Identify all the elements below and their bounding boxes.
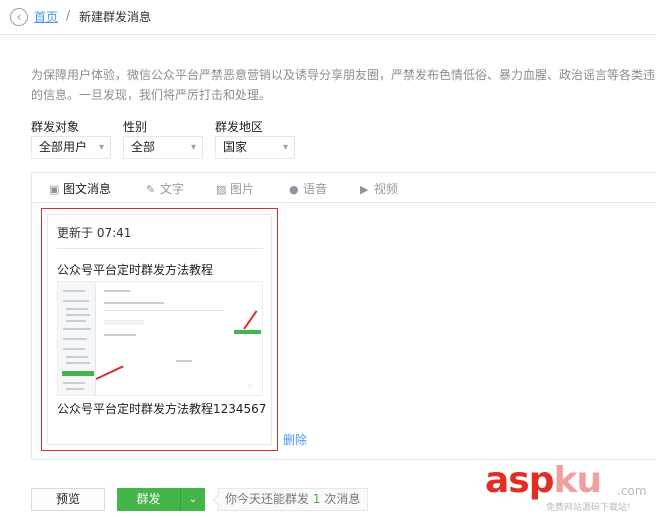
audience-label: 群发对象 bbox=[31, 120, 80, 134]
send-button[interactable]: 群发 ⌄ bbox=[117, 488, 205, 511]
article-card-body: 更新于 07:41 公众号平台定时群发方法教程 ○ 公众号平台定时群发方法教程1… bbox=[47, 214, 272, 445]
tab-video[interactable]: ▶ 视频 bbox=[360, 180, 398, 197]
video-icon: ▶ bbox=[360, 183, 369, 196]
delete-link[interactable]: 删除 bbox=[283, 431, 307, 448]
tab-image-text-label: 图文消息 bbox=[63, 182, 112, 196]
tab-text-label: 文字 bbox=[160, 182, 185, 196]
page-title: 新建群发消息 bbox=[79, 10, 152, 24]
article-updated-time: 更新于 07:41 bbox=[57, 226, 132, 240]
preview-button[interactable]: 预览 bbox=[31, 488, 105, 511]
breadcrumb-separator: / bbox=[66, 8, 71, 22]
back-arrow-icon[interactable]: ‹ bbox=[10, 8, 28, 26]
watermark-domain: .com bbox=[617, 484, 647, 498]
image-text-icon: ▣ bbox=[49, 183, 60, 196]
message-type-tabs: ▣ 图文消息 ✎ 文字 ▨ 图片 ● 语音 ▶ 视频 bbox=[32, 173, 656, 203]
breadcrumb-home-link[interactable]: 首页 bbox=[34, 8, 58, 25]
gender-label: 性别 bbox=[123, 120, 148, 134]
chevron-down-icon: ▾ bbox=[282, 142, 288, 153]
breadcrumb: ‹ 首页 / 新建群发消息 bbox=[0, 0, 656, 35]
audience-select[interactable]: 全部用户 ▾ bbox=[31, 136, 111, 159]
quota-count: 1 bbox=[312, 492, 321, 506]
tab-image-text[interactable]: ▣ 图文消息 bbox=[49, 180, 111, 197]
picture-icon: ▨ bbox=[216, 183, 227, 196]
thumb-watermark: ○ bbox=[247, 383, 252, 389]
article-description: 公众号平台定时群发方法教程1234567 bbox=[57, 402, 267, 416]
divider bbox=[57, 248, 263, 249]
tab-voice-label: 语音 bbox=[303, 182, 328, 196]
send-quota-tip: 你今天还能群发 1 次消息 bbox=[218, 488, 369, 511]
audience-select-value: 全部用户 bbox=[39, 140, 88, 154]
article-title: 公众号平台定时群发方法教程 bbox=[57, 263, 214, 277]
chevron-down-icon[interactable]: ⌄ bbox=[180, 488, 205, 511]
tab-voice[interactable]: ● 语音 bbox=[289, 180, 327, 197]
policy-notice: 为保障用户体验，微信公众平台严禁恶意营销以及诱导分享朋友圈，严禁发布色情低俗、暴… bbox=[31, 65, 656, 105]
watermark-text: aspku bbox=[485, 460, 602, 501]
send-button-label: 群发 bbox=[136, 492, 161, 506]
watermark-slogan: 免费网站源码下载站! bbox=[546, 503, 631, 513]
tab-image[interactable]: ▨ 图片 bbox=[216, 180, 254, 197]
pencil-icon: ✎ bbox=[146, 183, 156, 196]
gender-select-value: 全部 bbox=[131, 140, 156, 154]
tab-text[interactable]: ✎ 文字 bbox=[146, 180, 184, 197]
region-select[interactable]: 国家 ▾ bbox=[215, 136, 295, 159]
tab-video-label: 视频 bbox=[374, 182, 399, 196]
gender-select[interactable]: 全部 ▾ bbox=[123, 136, 203, 159]
region-select-value: 国家 bbox=[223, 140, 248, 154]
policy-notice-line-2: 的信息。一旦发现，我们将严厉打击和处理。 bbox=[31, 88, 272, 102]
tab-image-label: 图片 bbox=[230, 182, 255, 196]
chevron-down-icon: ▾ bbox=[98, 142, 104, 153]
article-cover-image: ○ bbox=[57, 281, 263, 396]
chevron-down-icon: ▾ bbox=[190, 142, 196, 153]
quota-prefix: 你今天还能群发 bbox=[225, 492, 310, 506]
microphone-icon: ● bbox=[289, 183, 299, 196]
quota-suffix: 次消息 bbox=[324, 492, 361, 506]
policy-notice-line-1: 为保障用户体验，微信公众平台严禁恶意营销以及诱导分享朋友圈，严禁发布色情低俗、暴… bbox=[31, 68, 656, 82]
region-label: 群发地区 bbox=[215, 120, 264, 134]
site-watermark-logo: aspku .com 免费网站源码下载站! bbox=[485, 460, 656, 517]
article-card[interactable]: 更新于 07:41 公众号平台定时群发方法教程 ○ 公众号平台定时群发方法教程1… bbox=[41, 208, 278, 451]
